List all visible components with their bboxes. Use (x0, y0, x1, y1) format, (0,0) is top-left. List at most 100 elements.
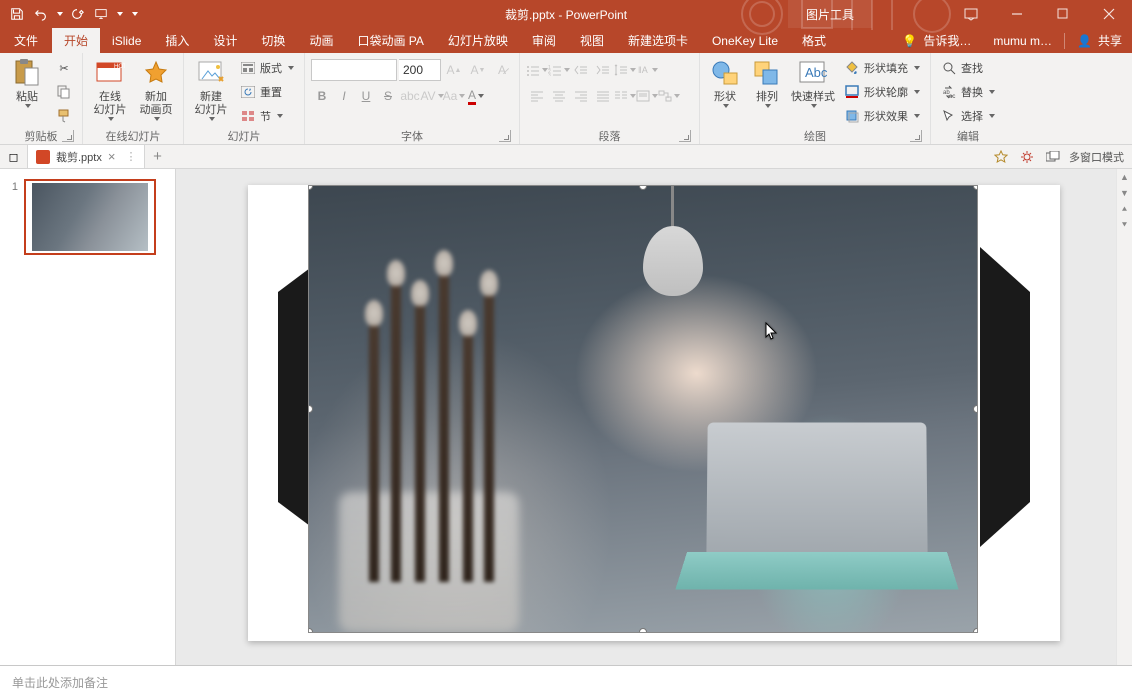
quick-style-button[interactable]: Abc 快速样式 (790, 55, 836, 108)
clipboard-launcher[interactable] (62, 130, 74, 142)
shape-outline-button[interactable]: 形状轮廓 (840, 81, 924, 103)
tab-review[interactable]: 审阅 (520, 28, 568, 53)
font-launcher[interactable] (499, 130, 511, 142)
multiwindow-label[interactable]: 多窗口模式 (1069, 149, 1124, 165)
tab-insert[interactable]: 插入 (153, 28, 201, 53)
resize-handle-mr[interactable] (973, 405, 978, 413)
shape-fill-button[interactable]: 形状填充 (840, 57, 924, 79)
increase-indent-button[interactable] (592, 59, 614, 81)
scroll-down-icon[interactable]: ▼ (1117, 185, 1132, 201)
grow-font-button[interactable]: A▲ (443, 59, 465, 81)
multiwindow-icon[interactable] (1043, 147, 1063, 167)
tab-transitions[interactable]: 切换 (249, 28, 297, 53)
paste-button[interactable]: 粘贴 (6, 55, 48, 108)
black-shape-right[interactable] (980, 247, 1030, 547)
tab-view[interactable]: 视图 (568, 28, 616, 53)
tab-newtab[interactable]: 新建选项卡 (616, 28, 700, 53)
user-name[interactable]: mumu m… (993, 34, 1052, 48)
qat-customize-icon[interactable] (126, 3, 142, 25)
new-anim-page-button[interactable]: 新加 动画页 (135, 55, 177, 121)
close-icon[interactable] (1086, 0, 1132, 28)
tab-islide[interactable]: iSlide (100, 28, 153, 53)
text-direction-button[interactable]: ‖A (636, 59, 658, 81)
align-right-button[interactable] (570, 85, 592, 107)
gear-button[interactable] (1017, 147, 1037, 167)
arrange-button[interactable]: 排列 (748, 55, 786, 108)
select-button[interactable]: 选择 (937, 105, 999, 127)
notes-pane[interactable]: 单击此处添加备注 (0, 665, 1132, 699)
ribbon-options-icon[interactable] (948, 0, 994, 28)
document-tab-close[interactable]: × (108, 150, 116, 163)
copy-button[interactable] (52, 81, 76, 103)
share-button[interactable]: 共享 (1098, 32, 1122, 49)
format-painter-button[interactable] (52, 105, 76, 127)
online-slides-button[interactable]: HOT 在线 幻灯片 (89, 55, 131, 121)
bold-button[interactable]: B (311, 85, 333, 107)
redo-icon[interactable] (66, 3, 88, 25)
save-icon[interactable] (6, 3, 28, 25)
shrink-font-button[interactable]: A▼ (467, 59, 489, 81)
change-case-button[interactable]: Aa (443, 85, 465, 107)
slide-thumbnails-panel[interactable]: 1 (0, 169, 176, 665)
tab-pocket-anim[interactable]: 口袋动画 PA (345, 28, 435, 53)
slide-canvas[interactable] (176, 169, 1132, 665)
cut-button[interactable]: ✂ (52, 57, 76, 79)
minimize-icon[interactable] (994, 0, 1040, 28)
context-tab-picture-tools[interactable]: 图片工具 (788, 0, 872, 28)
new-document-tab[interactable]: + (145, 145, 169, 168)
resize-handle-bm[interactable] (639, 628, 647, 633)
new-slide-button[interactable]: 新建 幻灯片 (190, 55, 232, 121)
font-family-combo[interactable] (311, 59, 397, 81)
find-button[interactable]: 查找 (937, 57, 999, 79)
justify-button[interactable] (592, 85, 614, 107)
bullets-button[interactable] (526, 59, 548, 81)
reset-button[interactable]: 重置 (236, 81, 298, 103)
line-spacing-button[interactable] (614, 59, 636, 81)
star-button[interactable] (991, 147, 1011, 167)
align-text-button[interactable] (636, 85, 658, 107)
align-left-button[interactable] (526, 85, 548, 107)
selected-picture[interactable] (308, 185, 978, 633)
slide-thumbnail[interactable]: 1 (8, 179, 167, 255)
vertical-scrollbar[interactable]: ▲ ▼ ⯅ ⯆ (1116, 169, 1132, 665)
document-tab-menu[interactable]: ⋮ (125, 150, 136, 163)
slide[interactable] (248, 185, 1060, 641)
layout-button[interactable]: 版式 (236, 57, 298, 79)
maximize-icon[interactable] (1040, 0, 1086, 28)
underline-button[interactable]: U (355, 85, 377, 107)
shadow-button[interactable]: abc (399, 85, 421, 107)
document-tab[interactable]: 裁剪.pptx × ⋮ (28, 145, 145, 168)
undo-icon[interactable] (30, 3, 52, 25)
paragraph-launcher[interactable] (679, 130, 691, 142)
italic-button[interactable]: I (333, 85, 355, 107)
numbering-button[interactable]: 123 (548, 59, 570, 81)
char-spacing-button[interactable]: AV (421, 85, 443, 107)
decrease-indent-button[interactable] (570, 59, 592, 81)
tab-animations[interactable]: 动画 (297, 28, 345, 53)
resize-handle-br[interactable] (973, 628, 978, 633)
undo-dropdown[interactable] (54, 3, 64, 25)
replace-button[interactable]: abac替换 (937, 81, 999, 103)
drawing-launcher[interactable] (910, 130, 922, 142)
font-size-combo[interactable]: 200 (399, 59, 441, 81)
resize-handle-bl[interactable] (308, 628, 313, 633)
clear-format-button[interactable]: A̷ (491, 59, 513, 81)
tab-design[interactable]: 设计 (201, 28, 249, 53)
align-center-button[interactable] (548, 85, 570, 107)
strike-button[interactable]: S (377, 85, 399, 107)
doctab-home-icon[interactable]: ◻ (0, 145, 28, 168)
smartart-button[interactable] (658, 85, 680, 107)
scroll-up-icon[interactable]: ▲ (1117, 169, 1132, 185)
tab-home[interactable]: 开始 (52, 28, 100, 53)
tab-file[interactable]: 文件 (0, 28, 52, 53)
shapes-button[interactable]: 形状 (706, 55, 744, 108)
resize-handle-tr[interactable] (973, 185, 978, 190)
tab-slideshow[interactable]: 幻灯片放映 (436, 28, 520, 53)
next-slide-icon[interactable]: ⯆ (1117, 217, 1132, 233)
shape-effects-button[interactable]: 形状效果 (840, 105, 924, 127)
section-button[interactable]: 节 (236, 105, 298, 127)
prev-slide-icon[interactable]: ⯅ (1117, 201, 1132, 217)
slideshow-dropdown[interactable] (114, 3, 124, 25)
font-color-button[interactable]: A (465, 85, 487, 107)
columns-button[interactable] (614, 85, 636, 107)
